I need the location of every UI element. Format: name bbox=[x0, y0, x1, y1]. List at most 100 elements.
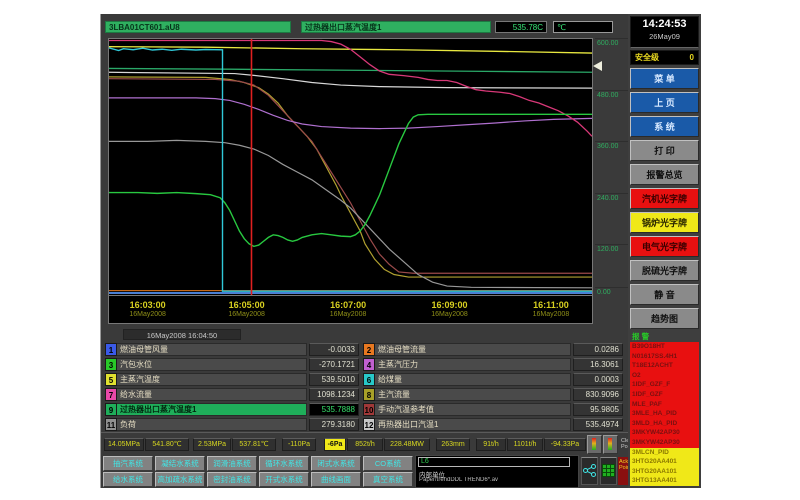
time-axis-tick: 16:09:0016May2008 bbox=[431, 300, 468, 318]
mute-button[interactable]: 静 音 bbox=[630, 284, 699, 305]
signal-indicator-icon bbox=[608, 438, 612, 450]
pen-value: 16.3061 bbox=[573, 358, 623, 371]
ack-point-button[interactable]: Ack Point bbox=[618, 457, 628, 485]
date-label: 16May2008 bbox=[129, 311, 166, 318]
status-value: 91t/h bbox=[476, 438, 506, 451]
legend-row-pen7[interactable]: 7给水流量1098.1234 bbox=[105, 388, 359, 401]
statusbar-gap bbox=[431, 444, 435, 445]
legend-row-pen10[interactable]: 10手动汽温参考值95.9805 bbox=[363, 403, 623, 416]
time-label: 16:05:00 bbox=[228, 300, 265, 310]
legend-row-pen6[interactable]: 6给煤量0.0003 bbox=[363, 373, 623, 386]
legend-row-pen4[interactable]: 4主蒸汽压力16.3061 bbox=[363, 358, 623, 371]
legend-row-pen2[interactable]: 2燃油母管流量0.0286 bbox=[363, 343, 623, 356]
signal-indicator-button[interactable] bbox=[603, 435, 618, 454]
system-button[interactable]: 曲线画面 bbox=[311, 472, 361, 487]
pen-value-readout: 535.78C bbox=[495, 21, 547, 33]
trend-series-pen4 bbox=[109, 98, 592, 129]
statusbar-gap bbox=[317, 444, 323, 445]
pen-value: 539.5010 bbox=[309, 373, 359, 386]
status-value: -6Pa bbox=[324, 438, 346, 451]
alarm-tag-yellow[interactable]: 3HTG20AA101 bbox=[630, 467, 699, 477]
pen-color-box: 9 bbox=[105, 403, 117, 416]
y-axis-label: 240.00 bbox=[595, 193, 628, 203]
screenshot-page: 3LBA01CT601.aU8 过热器出口蒸汽温度1 535.78C ℃ 600… bbox=[0, 0, 800, 500]
pen-color-box: 8 bbox=[363, 388, 375, 401]
annunciator-button[interactable]: 锅炉光字牌 bbox=[630, 212, 699, 233]
alarm-tag-yellow[interactable]: 3HTG20AA401 bbox=[630, 457, 699, 467]
alarm-tag-red[interactable]: B39O18HT bbox=[630, 342, 699, 352]
security-value: 0 bbox=[690, 53, 694, 62]
pen-color-box: 2 bbox=[363, 343, 375, 356]
y-axis-label: 120.00 bbox=[595, 244, 628, 254]
time-axis-tick: 16:11:0016May2008 bbox=[533, 300, 570, 318]
alarm-tag-red[interactable]: 3MKYW42AP30 bbox=[630, 428, 699, 438]
alarm-tag-red[interactable]: MLE_PAF bbox=[630, 400, 699, 410]
signal-indicator-button[interactable] bbox=[587, 435, 602, 454]
system-button[interactable]: 闭式水系统 bbox=[311, 456, 361, 471]
system-button[interactable]: 开式水系统 bbox=[259, 472, 309, 487]
system-button[interactable]: 密封油系统 bbox=[207, 472, 257, 487]
right-sidebar: 14:24:53 26May09 安全级 0 菜 单上 页系 统打 印报警总览汽… bbox=[628, 14, 701, 488]
alarm-tag-red[interactable]: 3MLD_HA_PID bbox=[630, 419, 699, 429]
nav-button[interactable]: 菜 单 bbox=[630, 68, 699, 89]
pen-value: 1098.1234 bbox=[309, 388, 359, 401]
alarm-tag-red[interactable]: T18E12ACHT bbox=[630, 361, 699, 371]
grid-view-icon-button[interactable] bbox=[600, 457, 617, 485]
selected-pen-field[interactable]: 过热器出口蒸汽温度1 bbox=[301, 21, 491, 33]
alarm-tag-red[interactable]: 3MKYW42AP30 bbox=[630, 438, 699, 448]
trend-button[interactable]: 趋势图 bbox=[630, 308, 699, 329]
pen-value: 830.9096 bbox=[573, 388, 623, 401]
alarm-tag-red[interactable]: N01617SS.4H1 bbox=[630, 352, 699, 362]
legend-row-pen5[interactable]: 5主蒸汽温度539.5010 bbox=[105, 373, 359, 386]
system-button[interactable]: 高加疏水系统 bbox=[155, 472, 205, 487]
alarm-tag-yellow[interactable]: 3MLCN_PID bbox=[630, 448, 699, 458]
y-axis-label: 360.00 bbox=[595, 141, 628, 151]
trend-series-pen9 bbox=[109, 114, 592, 246]
pen-label: 手动汽温参考值 bbox=[375, 403, 571, 416]
pen-label: 燃油母管风量 bbox=[117, 343, 307, 356]
command-input[interactable]: L6 bbox=[418, 457, 570, 467]
point-tag-field[interactable]: 3LBA01CT601.aU8 bbox=[105, 21, 291, 33]
legend-row-pen8[interactable]: 8主汽流量830.9096 bbox=[363, 388, 623, 401]
annunciator-button[interactable]: 汽机光字牌 bbox=[630, 188, 699, 209]
process-statusbar: 14.05MPa541.80℃2.53MPa537.81℃-110Pa-6Pa8… bbox=[101, 432, 628, 455]
clock-time: 14:24:53 bbox=[631, 17, 698, 32]
legend-row-pen12[interactable]: 12再热器出口汽温1535.4974 bbox=[363, 418, 623, 431]
pen-value: -270.1721 bbox=[309, 358, 359, 371]
print-button[interactable]: 打 印 bbox=[630, 140, 699, 161]
status-value: 2.53MPa bbox=[193, 438, 231, 451]
y-axis-label: 600.00 bbox=[595, 38, 628, 48]
legend-row-pen3[interactable]: 3汽包水位-270.1721 bbox=[105, 358, 359, 371]
system-button[interactable]: 润滑油系统 bbox=[207, 456, 257, 471]
status-value: 1101t/h bbox=[507, 438, 543, 451]
system-button[interactable]: 循环水系统 bbox=[259, 456, 309, 471]
trend-series-pen3 bbox=[109, 68, 592, 72]
annunciator-button[interactable]: 脱硫光字牌 bbox=[630, 260, 699, 281]
system-button[interactable]: 给水系统 bbox=[103, 472, 153, 487]
legend-row-pen1[interactable]: 1燃油母管风量-0.0033 bbox=[105, 343, 359, 356]
network-icon-button[interactable] bbox=[581, 457, 598, 485]
time-axis: 16:03:0016May200816:05:0016May200816:07:… bbox=[108, 296, 593, 324]
alarm-tag-red[interactable]: O2 bbox=[630, 371, 699, 381]
alarm-tag-red[interactable]: 3MLE_HA_PID bbox=[630, 409, 699, 419]
alarm-overview-button[interactable]: 报警总览 bbox=[630, 164, 699, 185]
system-button[interactable]: 凝结水系统 bbox=[155, 456, 205, 471]
nav-button[interactable]: 系 统 bbox=[630, 116, 699, 137]
legend-right-column: 2燃油母管流量0.0286 4主蒸汽压力16.3061 6给煤量0.0003 8主汽流… bbox=[363, 343, 623, 433]
system-buttons-row1: 抽汽系统凝结水系统润滑油系统循环水系统闭式水系统CO系统 bbox=[103, 456, 413, 471]
system-button[interactable]: 抽汽系统 bbox=[103, 456, 153, 471]
system-button[interactable]: 真空系统 bbox=[363, 472, 413, 487]
system-button[interactable]: CO系统 bbox=[363, 456, 413, 471]
alarm-tag-red[interactable]: 1IDF_GZF_F bbox=[630, 380, 699, 390]
nav-button[interactable]: 上 页 bbox=[630, 92, 699, 113]
pen-color-box: 11 bbox=[105, 418, 117, 431]
alarm-tag-yellow[interactable]: 3HTG13AA401 bbox=[630, 476, 699, 486]
alarm-tag-list: B39O18HTN01617SS.4H1T18E12ACHTO21IDF_GZF… bbox=[630, 342, 699, 486]
legend-row-pen11[interactable]: 11负荷279.3180 bbox=[105, 418, 359, 431]
alarm-tag-red[interactable]: 1IDF_GZF bbox=[630, 390, 699, 400]
trend-plot[interactable] bbox=[108, 38, 593, 296]
annunciator-button[interactable]: 电气光字牌 bbox=[630, 236, 699, 257]
pen-label: 主汽流量 bbox=[375, 388, 571, 401]
legend-row-pen9[interactable]: 9过热器出口蒸汽温度1535.7888 bbox=[105, 403, 359, 416]
status-value: -110Pa bbox=[282, 438, 316, 451]
